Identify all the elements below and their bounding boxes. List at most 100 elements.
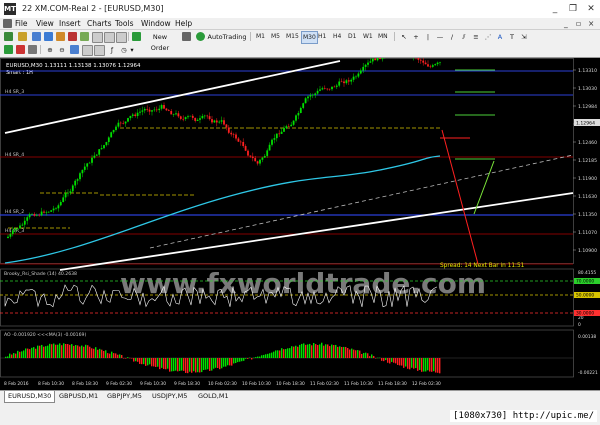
- ao-histogram-bar: [319, 344, 321, 358]
- ao-histogram-bar: [25, 348, 27, 358]
- timeframe-m5[interactable]: M5: [271, 31, 280, 42]
- close-button[interactable]: ✕: [584, 2, 598, 16]
- timeframe-d1[interactable]: D1: [348, 31, 356, 42]
- ao-histogram-bar: [323, 345, 325, 358]
- tab-eurusd-m30[interactable]: EURUSD,M30: [4, 391, 56, 403]
- ao-histogram-bar: [95, 347, 97, 358]
- candle-body: [299, 107, 302, 113]
- navigator-icon[interactable]: [56, 32, 65, 41]
- tile-windows-icon[interactable]: [70, 45, 79, 54]
- timeframe-h1[interactable]: H1: [318, 31, 326, 42]
- tab-gbpusd-m1[interactable]: GBPUSD,M1: [56, 391, 101, 402]
- candle-body: [124, 121, 127, 124]
- menu-charts[interactable]: Charts: [87, 18, 112, 29]
- chart-window-icon[interactable]: [3, 19, 12, 28]
- chart-window[interactable]: EURUSD,M30 1.13111 1.13138 1.13076 1.129…: [0, 47, 600, 390]
- timeframe-mn[interactable]: MN: [378, 31, 388, 42]
- ao-histogram-bar: [43, 346, 45, 358]
- strategy-tester-icon[interactable]: [80, 32, 89, 41]
- ao-histogram-bar: [11, 354, 13, 358]
- ao-histogram-bar: [47, 345, 49, 358]
- menu-insert[interactable]: Insert: [59, 18, 81, 29]
- candle-body: [211, 119, 213, 123]
- bar-chart-icon[interactable]: [4, 45, 13, 54]
- time-axis-label: 10 Feb 18:30: [276, 381, 305, 387]
- new-order-icon[interactable]: [132, 32, 141, 41]
- new-chart-icon[interactable]: [4, 32, 13, 41]
- menu-tools[interactable]: Tools: [115, 18, 133, 29]
- chevron-down-icon[interactable]: ▾: [128, 44, 136, 57]
- tab-usdjpy-m5[interactable]: USDJPY,M5: [149, 391, 190, 402]
- candle-body: [297, 112, 300, 116]
- market-watch-icon[interactable]: [32, 32, 41, 41]
- candle-body: [359, 70, 362, 74]
- mdi-restore-icon[interactable]: ▫: [576, 18, 581, 29]
- minimize-button[interactable]: _: [548, 2, 562, 16]
- menu-file[interactable]: File: [15, 18, 28, 29]
- candle-body: [350, 79, 353, 82]
- ao-histogram-bar: [145, 358, 147, 366]
- chart-shift-icon[interactable]: [82, 45, 93, 56]
- profiles-icon[interactable]: [18, 32, 27, 41]
- grid-icon[interactable]: [116, 32, 127, 43]
- candle-body: [175, 113, 177, 115]
- ao-histogram-bar: [305, 344, 307, 358]
- price-axis-label: 1.11070: [578, 230, 597, 236]
- ao-histogram-bar: [69, 344, 71, 358]
- ao-histogram-bar: [329, 346, 331, 358]
- candle-body: [131, 114, 134, 116]
- menu-view[interactable]: View: [36, 18, 54, 29]
- zoom-in-icon[interactable]: ⊕: [44, 44, 56, 57]
- candle-body: [381, 56, 384, 60]
- ao-histogram-bar: [343, 346, 345, 358]
- sr-level-label: H4 SR_4: [5, 152, 24, 158]
- ao-histogram-bar: [373, 355, 375, 358]
- ao-histogram-bar: [73, 345, 75, 358]
- zoom-out-icon[interactable]: ⊖: [56, 44, 68, 57]
- shift-icon[interactable]: [104, 32, 115, 43]
- menu-window[interactable]: Window: [141, 18, 171, 29]
- candle-body: [71, 185, 74, 192]
- mdi-minimize-icon[interactable]: _: [564, 18, 568, 29]
- price-chart[interactable]: EURUSD,M30 1.13111 1.13138 1.13076 1.129…: [0, 47, 600, 390]
- ao-histogram-bar: [265, 354, 267, 358]
- timeframe-w1[interactable]: W1: [363, 31, 373, 42]
- ao-histogram-bar: [437, 358, 439, 373]
- timeframe-m15[interactable]: M15: [286, 31, 299, 42]
- tab-gbpjpy-m5[interactable]: GBPJPY,M5: [104, 391, 145, 402]
- candle-body: [434, 64, 437, 66]
- metaeditor-icon[interactable]: [182, 32, 191, 41]
- ao-histogram-bar: [307, 344, 309, 358]
- candle-body: [333, 86, 336, 88]
- ao-histogram-bar: [55, 344, 57, 358]
- autoscroll-icon[interactable]: [94, 45, 105, 56]
- timeframe-m1[interactable]: M1: [256, 31, 265, 42]
- ao-histogram-bar: [159, 358, 161, 370]
- indicators-icon[interactable]: ƒ: [106, 44, 118, 57]
- candle-body: [55, 208, 57, 209]
- candle-body: [170, 111, 173, 115]
- data-window-icon[interactable]: [44, 32, 53, 41]
- scroll-icon[interactable]: [92, 32, 103, 43]
- candle-body: [319, 89, 321, 91]
- mdi-close-icon[interactable]: ×: [588, 18, 594, 29]
- candle-body: [117, 122, 120, 127]
- ao-histogram-bar: [189, 358, 191, 372]
- ao-histogram-bar: [413, 358, 415, 369]
- candles-icon[interactable]: [16, 45, 25, 54]
- ao-histogram-bar: [211, 358, 213, 371]
- tab-gold-m1[interactable]: GOLD,M1: [195, 391, 232, 402]
- candle-body: [326, 88, 329, 90]
- terminal-icon[interactable]: [68, 32, 77, 41]
- ao-histogram-bar: [285, 349, 287, 358]
- autotrading-icon[interactable]: [196, 32, 205, 41]
- ao-histogram-bar: [163, 358, 165, 369]
- line-chart-icon[interactable]: [28, 45, 37, 54]
- timeframe-h4[interactable]: H4: [333, 31, 341, 42]
- menu-bar: File View Insert Charts Tools Window Hel…: [0, 18, 600, 30]
- candle-body: [127, 118, 129, 122]
- restore-button[interactable]: ❐: [566, 2, 580, 16]
- ao-histogram-bar: [147, 358, 149, 366]
- ao-histogram-bar: [229, 358, 231, 366]
- menu-help[interactable]: Help: [175, 18, 192, 29]
